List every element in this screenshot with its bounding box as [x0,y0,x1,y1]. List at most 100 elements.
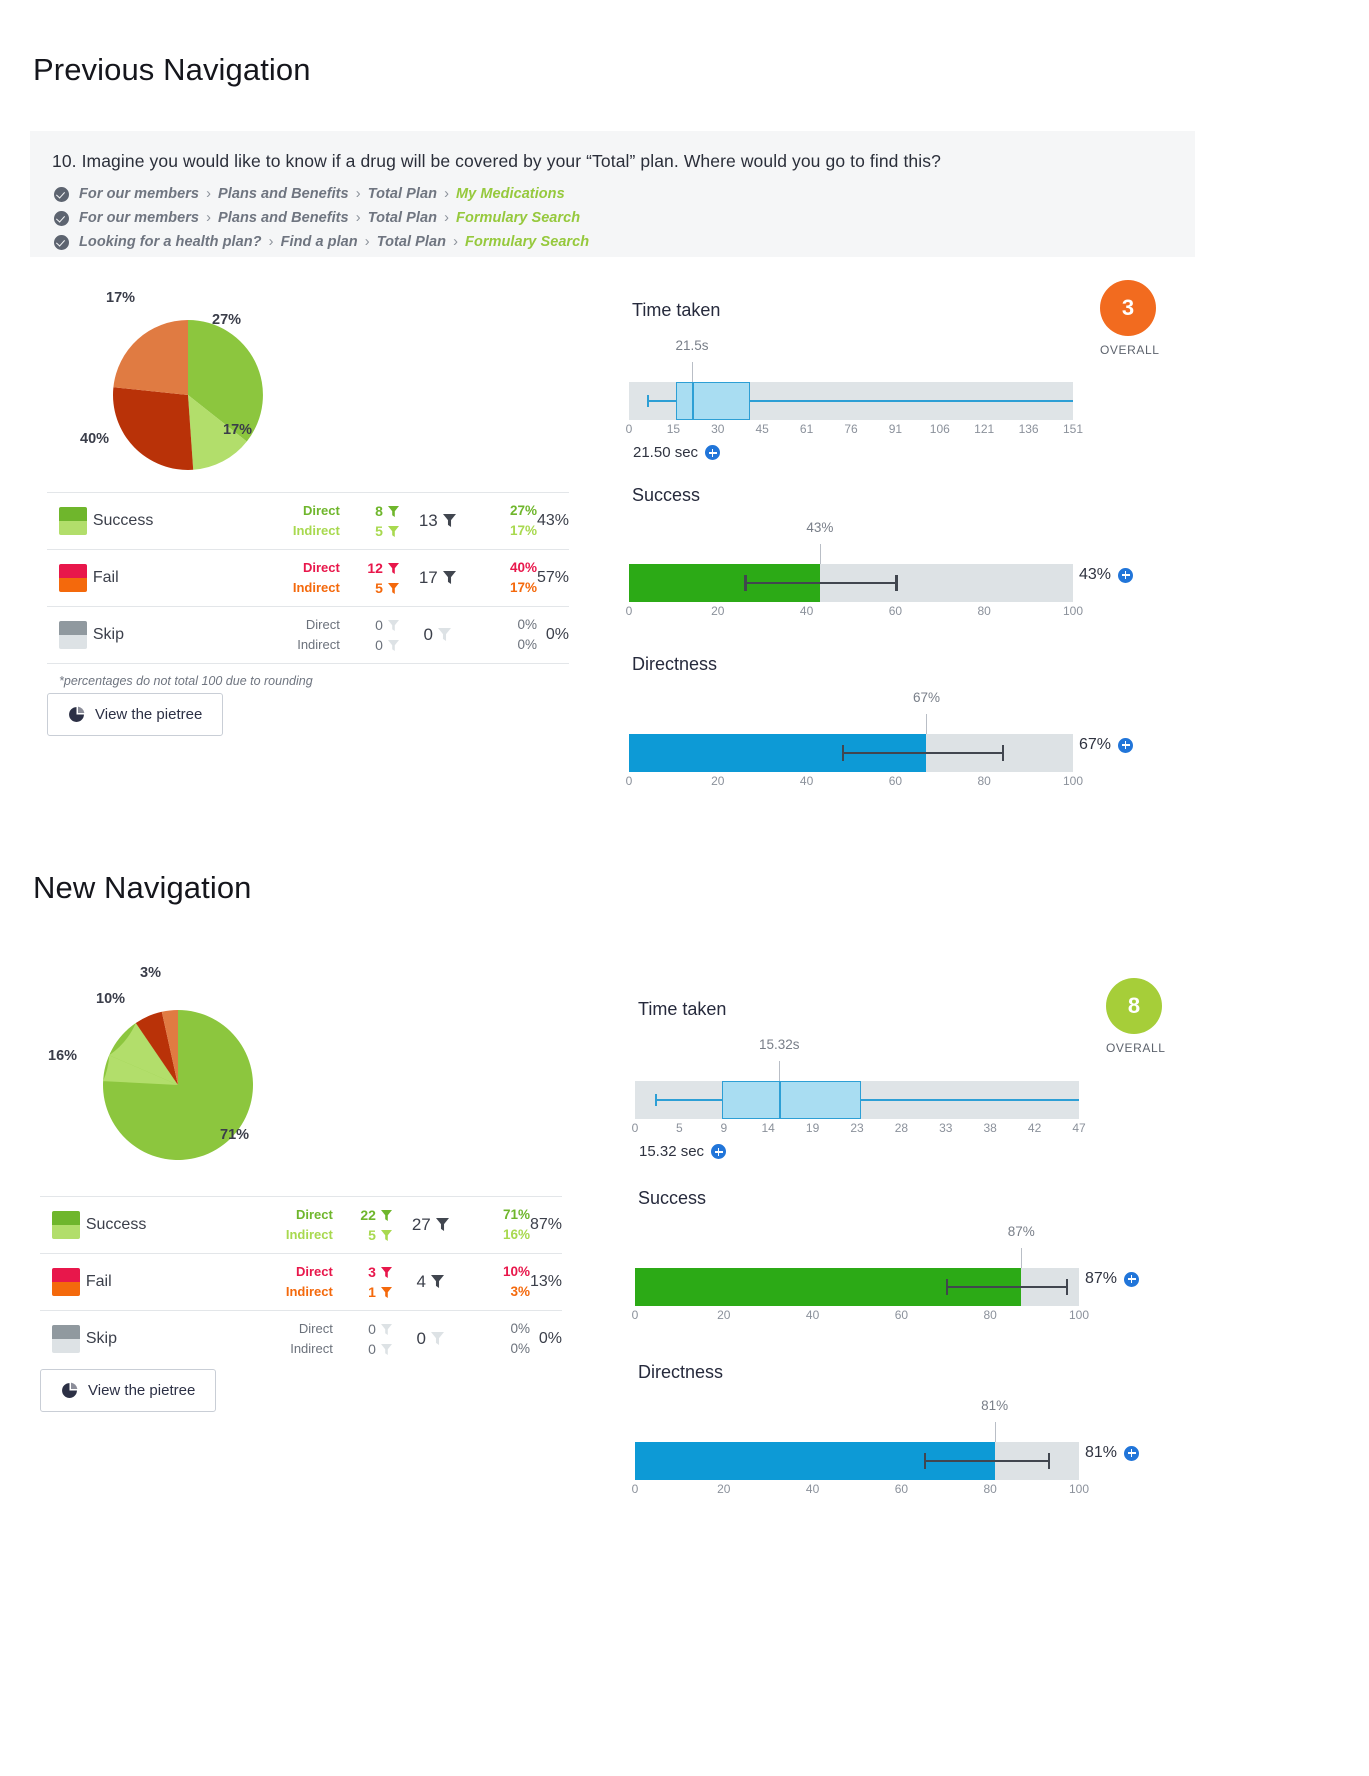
indirect-percent: 0% [510,1341,530,1356]
direct-percent: 10% [502,1264,530,1279]
swatch-direct [52,1268,80,1282]
direct-percent: 0% [517,617,537,632]
whisker-low-line [646,400,677,402]
bar-marker-line [819,544,821,564]
funnel-icon[interactable] [387,563,399,574]
overall-score-caption: OVERALL [1100,343,1160,357]
direct-percent: 40% [509,560,537,575]
direct-label: Direct [295,1207,333,1222]
axis-tick: 151 [1062,422,1084,436]
expand-plus-icon[interactable] [711,1144,727,1159]
legend-swatch-fail [59,564,87,592]
funnel-icon[interactable] [387,506,399,517]
total-percent: 57% [536,569,569,586]
row-label: Skip [92,626,124,643]
path-crumb: Plans and Benefits [218,210,349,226]
funnel-icon[interactable] [380,1267,392,1278]
success-title-previous: Success [632,485,701,505]
bar-marker-line [1021,1248,1023,1268]
error-bar-cap-low [744,575,747,591]
funnel-icon[interactable] [431,1275,445,1288]
total-count: 0 [392,1311,469,1368]
success-value-previous: 43% [1079,566,1134,584]
indirect-label: Indirect [292,523,340,538]
pie-slice-label: 27% [212,312,242,328]
funnel-icon[interactable] [442,514,456,527]
boxplot-track [635,1081,1079,1119]
pie-svg [112,320,263,470]
indirect-count: 1 [333,1282,392,1302]
swatch-direct [59,507,87,521]
path-crumb: For our members [79,210,199,226]
bar-track [629,734,1073,772]
row-label: Skip [85,1330,117,1347]
boxplot-marker-line [692,362,694,382]
funnel-icon[interactable] [387,526,399,537]
direct-count: 22 [333,1205,392,1225]
bar-marker-line [926,714,928,734]
overall-score-previous: 3 OVERALL [1100,280,1160,357]
expand-plus-icon[interactable] [705,445,721,460]
answer-path-row: For our members › Plans and Benefits › T… [54,186,1173,202]
funnel-icon[interactable] [435,1218,449,1231]
error-bar-line [923,1460,1048,1462]
boxplot-median [779,1081,782,1119]
expand-plus-icon[interactable] [1118,567,1134,583]
overall-score-value: 3 [1121,295,1135,320]
error-bar-cap-high [1065,1279,1068,1295]
bar-axis: 0 20 40 60 80 100 [626,602,1083,620]
time-taken-chart-previous: 21.5s 0 15 30 45 61 76 91 106 121 136 15… [625,338,1083,461]
direct-label: Direct [298,1321,333,1336]
legend-swatch-skip [52,1325,80,1353]
funnel-icon [380,1344,392,1355]
boxplot-marker-line [779,1061,781,1081]
directness-value-text: 67% [1079,736,1112,753]
expand-plus-icon[interactable] [1124,1271,1140,1287]
direct-label: Direct [305,617,340,632]
funnel-icon[interactable] [380,1230,392,1241]
axis-tick: 106 [929,422,950,436]
pie-svg [103,1010,254,1160]
view-pietree-button[interactable]: View the pietree [47,693,224,736]
view-pietree-button[interactable]: View the pietree [40,1369,217,1412]
axis-tick: 14 [761,1121,775,1135]
answer-path-row: For our members › Plans and Benefits › T… [54,210,1173,226]
axis-tick: 80 [983,1482,997,1496]
overall-score-circle: 3 [1100,280,1156,336]
success-value-text: 43% [1079,566,1112,583]
total-count: 13 [399,493,476,550]
pie-chart-previous: 17% 27% 40% 17% [80,290,410,490]
boxplot-marker-label: 21.5s [675,338,709,353]
swatch-direct [59,564,87,578]
direct-count: 0 [340,615,399,635]
view-pietree-button-new[interactable]: View the pietree [40,1369,217,1412]
direct-count: 8 [340,501,399,521]
funnel-icon[interactable] [380,1210,392,1221]
path-crumb: Total Plan [367,186,437,202]
funnel-icon[interactable] [442,571,456,584]
funnel-icon[interactable] [387,583,399,594]
funnel-icon[interactable] [380,1287,392,1298]
bar-marker-label: 43% [806,520,834,535]
swatch-indirect [59,521,87,535]
error-bar-cap-high [895,575,898,591]
axis-tick: 0 [625,422,633,436]
axis-tick: 121 [974,422,995,436]
indirect-percent: 17% [509,523,537,538]
whisker-low-cap [654,1094,657,1106]
axis-tick: 15 [666,422,681,436]
expand-plus-icon[interactable] [1124,1445,1140,1461]
axis-tick: 100 [1068,1482,1090,1496]
directness-value-previous: 67% [1079,736,1134,754]
overall-score-caption: OVERALL [1106,1041,1166,1055]
axis-tick: 0 [631,1482,639,1496]
results-table: Success Direct Indirect 22 5 27 71% 16% … [40,1196,562,1367]
question-text: 10. Imagine you would like to know if a … [52,151,941,171]
expand-plus-icon[interactable] [1118,737,1134,753]
bar-axis: 0 20 40 60 80 100 [626,772,1083,790]
indirect-label: Indirect [285,1284,333,1299]
indirect-percent: 0% [517,637,537,652]
bar-track [635,1442,1079,1480]
view-pietree-button-previous[interactable]: View the pietree [47,693,224,736]
table-row: Fail Direct Indirect 3 1 4 10% 3% 13% [40,1253,562,1311]
